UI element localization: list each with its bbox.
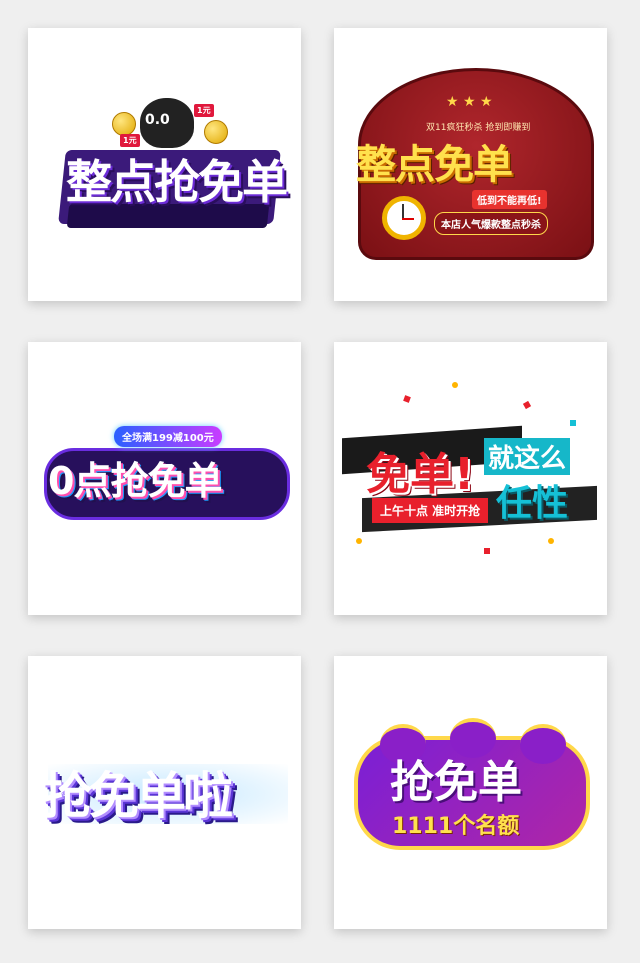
confetti bbox=[452, 382, 458, 388]
confetti bbox=[570, 420, 576, 426]
gold-coin-icon bbox=[204, 120, 228, 144]
card-title: 整点免单 bbox=[356, 142, 513, 188]
clock-hand bbox=[402, 218, 414, 220]
card-title: 免单! bbox=[366, 449, 475, 500]
time-banner: 上午十点 准时开抢 bbox=[372, 498, 489, 523]
subtitle-ribbon: 本店人气爆款整点秒杀 bbox=[434, 212, 548, 235]
stars-icon: ★ ★ ★ bbox=[446, 94, 493, 110]
card-title: 0点抢免单 bbox=[48, 459, 222, 503]
confetti bbox=[522, 400, 532, 410]
quota-subtitle: 1111个名额 bbox=[392, 814, 520, 839]
card-qiang-miandan-1111: 抢免单 1111个名额 bbox=[334, 656, 607, 929]
card-zhengdian-miandan: ★ ★ ★ 双11疯狂秒杀 抢到即赚到 整点免单 低到不能再低! 本店人气爆款整… bbox=[334, 28, 607, 301]
gold-coin-icon bbox=[112, 112, 136, 136]
card-title: 整点抢免单 bbox=[66, 155, 288, 209]
card-title: 抢免单 bbox=[390, 757, 522, 808]
cat-face: 0.0 bbox=[145, 112, 170, 128]
slogan-top: 就这么 bbox=[484, 438, 571, 475]
confetti bbox=[548, 538, 554, 544]
cloud-bump bbox=[520, 724, 566, 764]
card-qiang-miandan-la: 抢免单啦 bbox=[28, 656, 301, 929]
card-lingdian-qiang-miandan: 全场满199减100元 0点抢免单 bbox=[28, 342, 301, 615]
slogan-bottom: 任性 bbox=[496, 483, 569, 524]
card-title: 抢免单啦 bbox=[42, 767, 233, 825]
card-zhengdian-qiang-miandan: 0.0 1元 1元 整点抢免单 bbox=[28, 28, 301, 301]
confetti bbox=[484, 548, 490, 554]
card-miandan-renxing: 免单! 就这么 任性 上午十点 准时开抢 bbox=[334, 342, 607, 615]
discount-pill: 全场满199减100元 bbox=[114, 426, 222, 447]
confetti bbox=[403, 395, 411, 403]
price-badge: 低到不能再低! bbox=[472, 190, 547, 209]
confetti bbox=[356, 538, 362, 544]
price-tag: 1元 bbox=[194, 104, 214, 117]
